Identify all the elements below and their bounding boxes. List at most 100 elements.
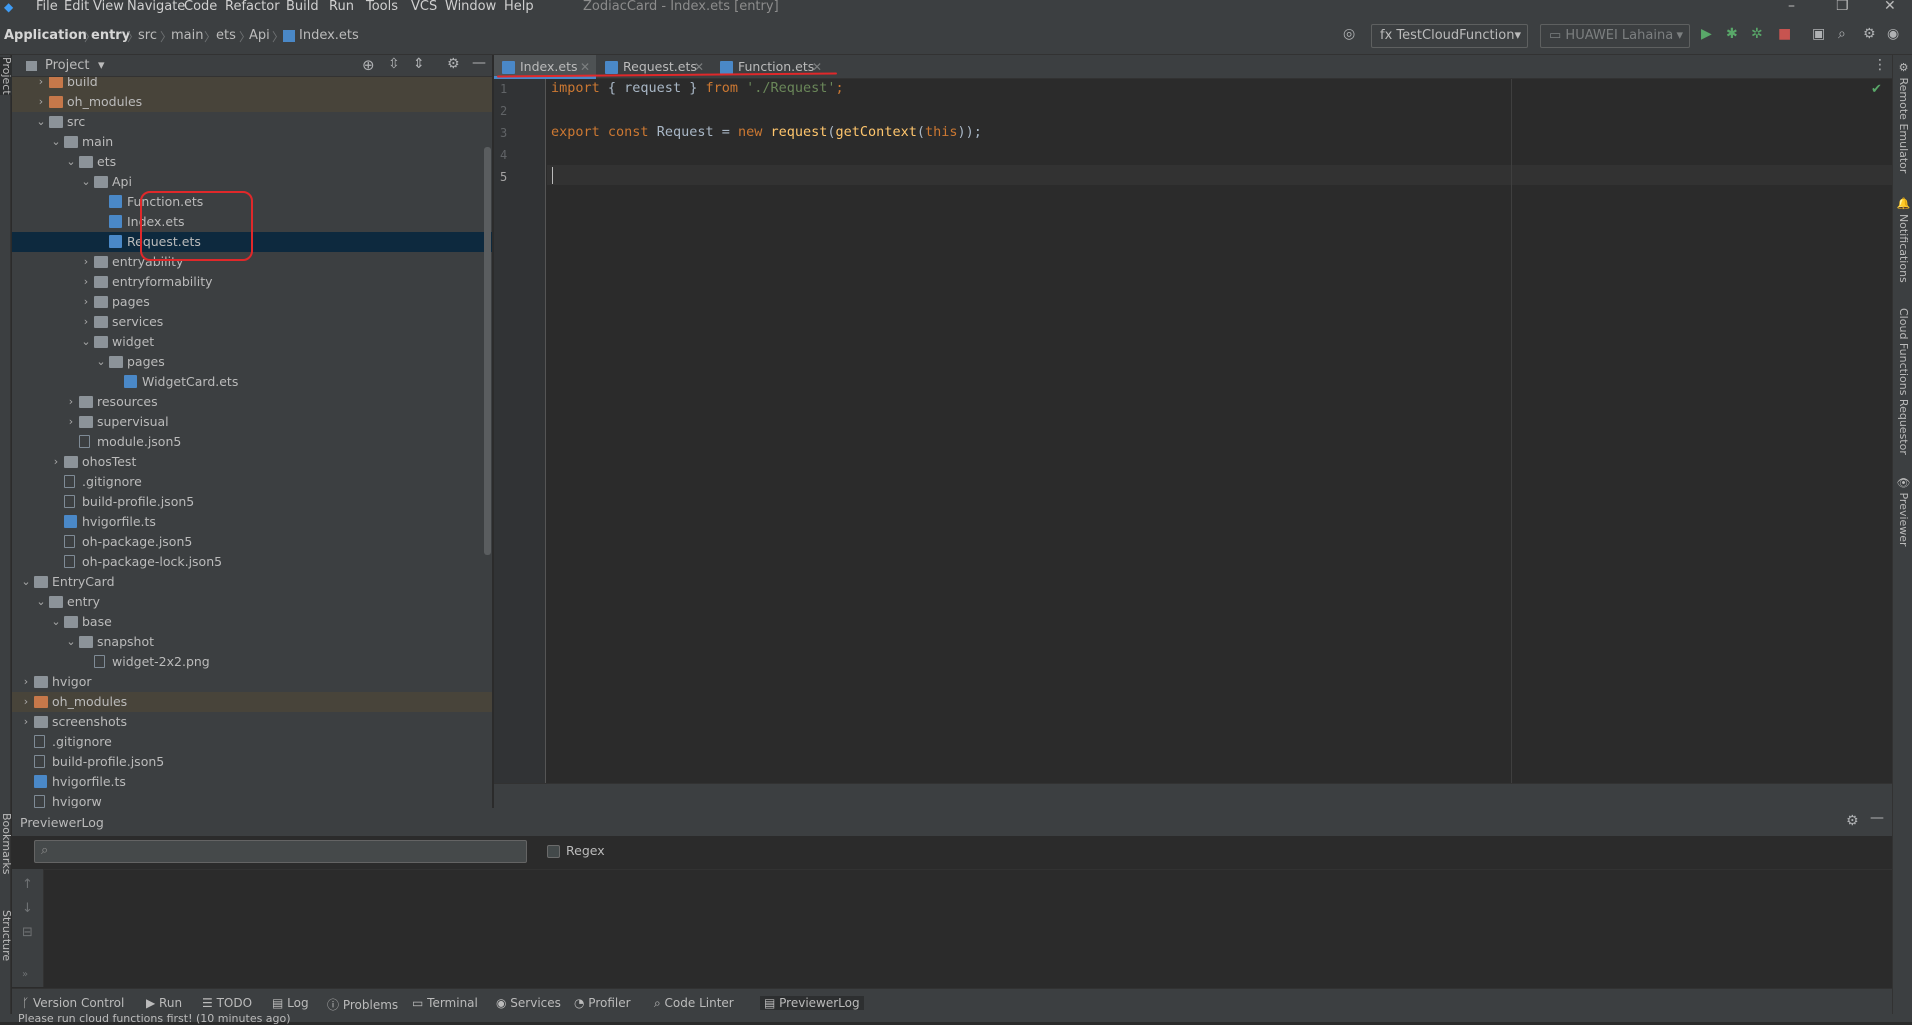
tree-item[interactable]: ⌄ widget xyxy=(12,332,492,352)
tree-item[interactable]: ⌄ EntryCard xyxy=(12,572,492,592)
collapse-all-icon[interactable]: ⇕ xyxy=(413,56,425,72)
tree-item[interactable]: .gitignore xyxy=(12,732,492,752)
tree-item[interactable]: hvigorfile.ts xyxy=(12,772,492,792)
menu-help[interactable]: Help xyxy=(504,0,534,15)
chevron-right-icon[interactable]: › xyxy=(80,272,92,292)
tool-profiler[interactable]: ◔ Profiler xyxy=(574,996,631,1010)
chevron-down-icon[interactable]: ⌄ xyxy=(20,572,32,592)
status-message[interactable]: Please run cloud functions first! (10 mi… xyxy=(18,1012,291,1025)
more-options-icon[interactable]: ⋮ xyxy=(1873,57,1887,73)
breadcrumb-index-ets[interactable]: Index.ets xyxy=(299,28,359,43)
menu-edit[interactable]: Edit xyxy=(64,0,89,15)
target-icon[interactable]: ◎ xyxy=(1343,26,1355,42)
chevron-right-icon[interactable]: › xyxy=(20,692,32,712)
regex-checkbox[interactable] xyxy=(547,845,560,858)
tree-item[interactable]: WidgetCard.ets xyxy=(12,372,492,392)
close-icon[interactable]: ✕ xyxy=(812,55,822,79)
inspection-ok-icon[interactable]: ✔ xyxy=(1871,82,1882,97)
chevron-down-icon[interactable]: ⌄ xyxy=(50,612,62,632)
cloud-functions-tool-button[interactable]: Cloud Functions Requestor xyxy=(1897,308,1910,455)
chevron-right-icon[interactable]: › xyxy=(65,412,77,432)
breadcrumb-ets[interactable]: ets xyxy=(216,28,236,43)
previewer-log-output[interactable] xyxy=(12,869,1892,987)
menu-window[interactable]: Window xyxy=(445,0,496,15)
menu-run[interactable]: Run xyxy=(329,0,354,15)
chevron-right-icon[interactable]: › xyxy=(80,252,92,272)
search-icon[interactable]: ⌕ xyxy=(1838,26,1846,42)
menu-file[interactable]: File xyxy=(36,0,58,15)
menu-view[interactable]: View xyxy=(93,0,124,15)
minimize-icon[interactable]: – xyxy=(1788,0,1795,14)
tree-item[interactable]: ⌄ entry xyxy=(12,592,492,612)
chevron-down-icon[interactable]: ⌄ xyxy=(50,132,62,152)
tree-item[interactable]: oh-package-lock.json5 xyxy=(12,552,492,572)
tree-item[interactable]: widget-2x2.png xyxy=(12,652,492,672)
stop-icon[interactable]: ■ xyxy=(1778,26,1791,42)
tree-item[interactable]: › entryformability xyxy=(12,272,492,292)
settings-icon[interactable]: ⚙ xyxy=(1863,26,1876,42)
tree-item[interactable]: › pages xyxy=(12,292,492,312)
tool-services[interactable]: ◉ Services xyxy=(496,996,561,1010)
restore-icon[interactable]: ❐ xyxy=(1836,0,1849,14)
breadcrumb-entry[interactable]: entry xyxy=(91,28,130,43)
debug-icon[interactable]: ✱ xyxy=(1726,26,1738,42)
device-dropdown[interactable]: ▭ HUAWEI Lahaina ▾ xyxy=(1540,24,1690,48)
remote-emulator-tool-button[interactable]: ⚙ Remote Emulator xyxy=(1897,61,1910,173)
tree-item[interactable]: ⌄ main xyxy=(12,132,492,152)
chevron-down-icon[interactable]: ⌄ xyxy=(35,112,47,132)
tree-scrollbar[interactable] xyxy=(484,147,491,555)
chevron-right-icon[interactable]: › xyxy=(20,712,32,732)
expand-all-icon[interactable]: ⇳ xyxy=(388,56,400,72)
tool-problems[interactable]: ⓘ Problems xyxy=(327,996,398,1013)
run-icon[interactable]: ▶ xyxy=(1701,26,1712,42)
tree-item[interactable]: .gitignore xyxy=(12,472,492,492)
locate-icon[interactable]: ⊕ xyxy=(362,56,375,74)
chevron-right-icon[interactable]: › xyxy=(35,77,47,92)
tool-todo[interactable]: ☰ TODO xyxy=(202,996,252,1010)
arrow-up-icon[interactable]: ↑ xyxy=(22,877,33,892)
tool-previewer-log[interactable]: ▤ PreviewerLog xyxy=(760,996,864,1010)
tree-item[interactable]: hvigorfile.ts xyxy=(12,512,492,532)
tree-item[interactable]: › oh_modules xyxy=(12,92,492,112)
tree-item[interactable]: › services xyxy=(12,312,492,332)
breadcrumb-application[interactable]: Application xyxy=(4,28,87,43)
menu-refactor[interactable]: Refactor xyxy=(225,0,280,15)
gear-icon[interactable]: ⚙ xyxy=(447,56,460,72)
menu-tools[interactable]: Tools xyxy=(366,0,398,15)
tree-item[interactable]: › build xyxy=(12,77,492,92)
attach-debugger-icon[interactable]: ✲ xyxy=(1751,26,1763,42)
tree-item[interactable]: hvigorw xyxy=(12,792,492,808)
chevron-right-icon[interactable]: › xyxy=(20,672,32,692)
soft-wrap-icon[interactable]: ⊟ xyxy=(22,925,33,940)
tree-item[interactable]: › supervisual xyxy=(12,412,492,432)
tool-log[interactable]: ▤ Log xyxy=(272,996,309,1010)
chevron-down-icon[interactable]: ⌄ xyxy=(95,352,107,372)
menu-navigate[interactable]: Navigate xyxy=(127,0,185,15)
menu-build[interactable]: Build xyxy=(286,0,319,15)
chevron-down-icon[interactable]: ⌄ xyxy=(80,172,92,192)
run-config-dropdown[interactable]: fx TestCloudFunction ▾ xyxy=(1371,24,1528,48)
tree-item[interactable]: › oh_modules xyxy=(12,692,492,712)
tree-item[interactable]: › hvigor xyxy=(12,672,492,692)
hide-panel-icon[interactable]: — xyxy=(1870,810,1884,826)
breadcrumb-src[interactable]: src xyxy=(138,28,157,43)
breadcrumb-main[interactable]: main xyxy=(171,28,203,43)
close-window-icon[interactable]: ✕ xyxy=(1884,0,1896,14)
breadcrumb-api[interactable]: Api xyxy=(249,28,270,43)
tree-item[interactable]: build-profile.json5 xyxy=(12,492,492,512)
tree-item[interactable]: ⌄ Api xyxy=(12,172,492,192)
tree-item[interactable]: oh-package.json5 xyxy=(12,532,492,552)
tree-item[interactable]: ⌄ ets xyxy=(12,152,492,172)
chevron-down-icon[interactable]: ▾ xyxy=(98,58,105,73)
log-search-input[interactable]: ⌕ xyxy=(34,840,527,863)
chevron-down-icon[interactable]: ⌄ xyxy=(35,592,47,612)
chevron-down-icon[interactable]: ⌄ xyxy=(80,332,92,352)
arrow-down-icon[interactable]: ↓ xyxy=(22,901,33,916)
chevron-right-icon[interactable]: › xyxy=(80,312,92,332)
menu-code[interactable]: Code xyxy=(184,0,217,15)
tool-code-linter[interactable]: ⌕ Code Linter xyxy=(654,996,734,1011)
tool-run[interactable]: ▶ Run xyxy=(146,996,182,1010)
chevron-right-icon[interactable]: › xyxy=(80,292,92,312)
notifications-tool-button[interactable]: 🔔 Notifications xyxy=(1897,197,1910,283)
chevron-right-icon[interactable]: › xyxy=(35,92,47,112)
